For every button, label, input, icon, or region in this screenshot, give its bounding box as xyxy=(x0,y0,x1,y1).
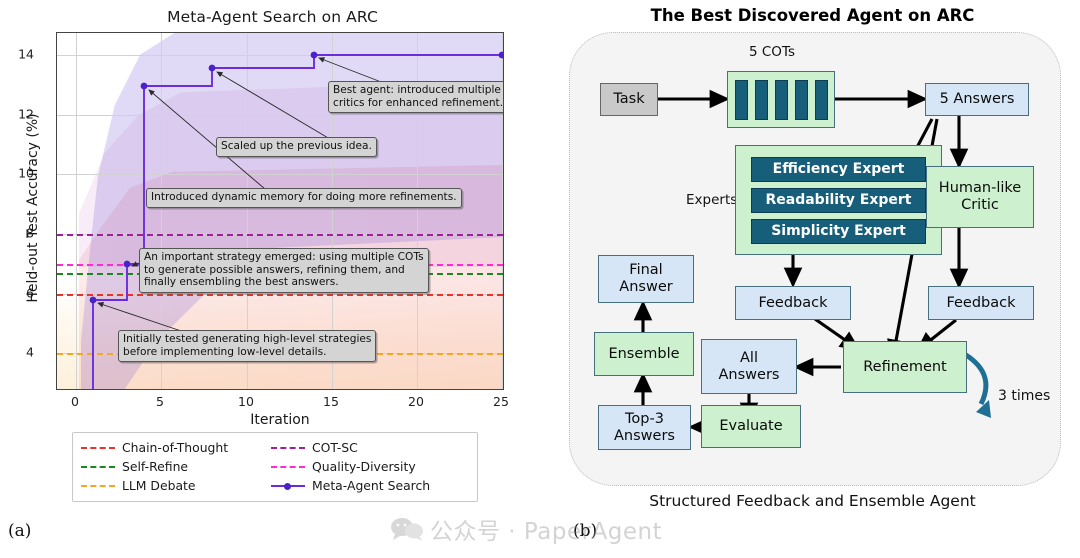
node-feedback-right[interactable]: Feedback xyxy=(928,286,1034,320)
figure-label-a: (a) xyxy=(8,521,32,541)
cot-bar-5 xyxy=(814,79,828,120)
y-axis-label: Held-out Test Accuracy (%) xyxy=(25,113,41,303)
xtick-15: 15 xyxy=(323,394,339,409)
legend-swatch-llm-debate xyxy=(81,484,115,487)
xtick-0: 0 xyxy=(71,394,79,409)
legend-label-quality-diversity: Quality-Diversity xyxy=(312,459,416,474)
diagram-caption: Structured Feedback and Ensemble Agent xyxy=(649,492,976,510)
cots-label: 5 COTs xyxy=(749,44,795,60)
legend-item-meta-agent-search: Meta-Agent Search xyxy=(271,478,471,493)
anno-important-strategy: An important strategy emerged: using mul… xyxy=(139,248,429,293)
xtick-5: 5 xyxy=(156,394,164,409)
legend-item-quality-diversity: Quality-Diversity xyxy=(271,459,471,474)
cot-bar-1 xyxy=(734,79,748,120)
legend-item-cot-sc: COT-SC xyxy=(271,440,471,455)
node-evaluate[interactable]: Evaluate xyxy=(701,405,801,448)
legend-swatch-cot-sc xyxy=(271,446,305,449)
chart-panel: Meta-Agent Search on ARC Best agent: int… xyxy=(0,0,545,558)
node-cots-box[interactable] xyxy=(727,71,835,128)
diagram-panel: The Best Discovered Agent on ARC Task 5 … xyxy=(545,0,1080,558)
legend-label-meta-agent-search: Meta-Agent Search xyxy=(312,478,431,493)
legend-item-chain-of-thought: Chain-of-Thought xyxy=(81,440,271,455)
final-answer-line1: Final xyxy=(629,262,663,278)
node-efficiency-expert[interactable]: Efficiency Expert xyxy=(751,157,926,182)
node-top3-answers[interactable]: Top-3 Answers xyxy=(598,405,691,450)
top3-line1: Top-3 xyxy=(625,410,664,427)
legend-swatch-self-refine xyxy=(81,465,115,468)
node-refinement[interactable]: Refinement xyxy=(843,341,967,393)
watermark: 公众号 · PaperAgent xyxy=(390,512,662,546)
legend-swatch-quality-diversity xyxy=(271,465,305,468)
legend-item-self-refine: Self-Refine xyxy=(81,459,271,474)
chart-legend: Chain-of-Thought COT-SC Self-Refine Qual… xyxy=(72,432,478,502)
diagram-title: The Best Discovered Agent on ARC xyxy=(650,6,975,25)
node-five-answers[interactable]: 5 Answers xyxy=(925,83,1029,116)
node-human-like-critic[interactable]: Human-like Critic xyxy=(926,166,1034,228)
all-answers-line1: All xyxy=(740,349,758,366)
legend-label-cot-sc: COT-SC xyxy=(312,440,358,455)
node-final-answer[interactable]: Final Answer xyxy=(598,255,694,303)
all-answers-line2: Answers xyxy=(718,366,780,383)
legend-label-self-refine: Self-Refine xyxy=(122,459,189,474)
node-readability-expert[interactable]: Readability Expert xyxy=(751,188,926,213)
final-answer-line2: Answer xyxy=(619,279,673,295)
wechat-icon xyxy=(391,518,423,541)
legend-swatch-meta-agent-search xyxy=(271,483,305,491)
cot-bar-4 xyxy=(794,79,808,120)
cot-bar-2 xyxy=(754,79,768,120)
xtick-25: 25 xyxy=(493,394,509,409)
top3-line2: Answers xyxy=(614,427,675,444)
watermark-text: 公众号 · PaperAgent xyxy=(430,519,663,545)
xtick-10: 10 xyxy=(238,394,254,409)
legend-swatch-chain-of-thought xyxy=(81,446,115,449)
node-feedback-left[interactable]: Feedback xyxy=(735,286,851,320)
node-all-answers[interactable]: All Answers xyxy=(701,339,797,394)
human-like-critic-line2: Critic xyxy=(961,197,999,213)
cot-bar-3 xyxy=(774,79,788,120)
node-simplicity-expert[interactable]: Simplicity Expert xyxy=(751,219,926,244)
loop-count-label: 3 times xyxy=(998,388,1051,404)
node-task[interactable]: Task xyxy=(600,83,658,116)
anno-dynamic-memory: Introduced dynamic memory for doing more… xyxy=(146,188,462,208)
xtick-20: 20 xyxy=(408,394,424,409)
anno-best-agent: Best agent: introduced multiple critics … xyxy=(328,81,503,114)
anno-initial: Initially tested generating high-level s… xyxy=(118,330,377,363)
chart-title: Meta-Agent Search on ARC xyxy=(167,8,378,26)
node-ensemble[interactable]: Ensemble xyxy=(594,332,694,376)
legend-label-chain-of-thought: Chain-of-Thought xyxy=(122,440,229,455)
human-like-critic-line1: Human-like xyxy=(938,180,1022,196)
plot-area: Best agent: introduced multiple critics … xyxy=(56,32,504,390)
anno-scaled-up: Scaled up the previous idea. xyxy=(216,137,377,157)
x-axis-label: Iteration xyxy=(250,412,310,428)
legend-item-llm-debate: LLM Debate xyxy=(81,478,271,493)
experts-label: Experts xyxy=(686,192,738,208)
legend-label-llm-debate: LLM Debate xyxy=(122,478,196,493)
